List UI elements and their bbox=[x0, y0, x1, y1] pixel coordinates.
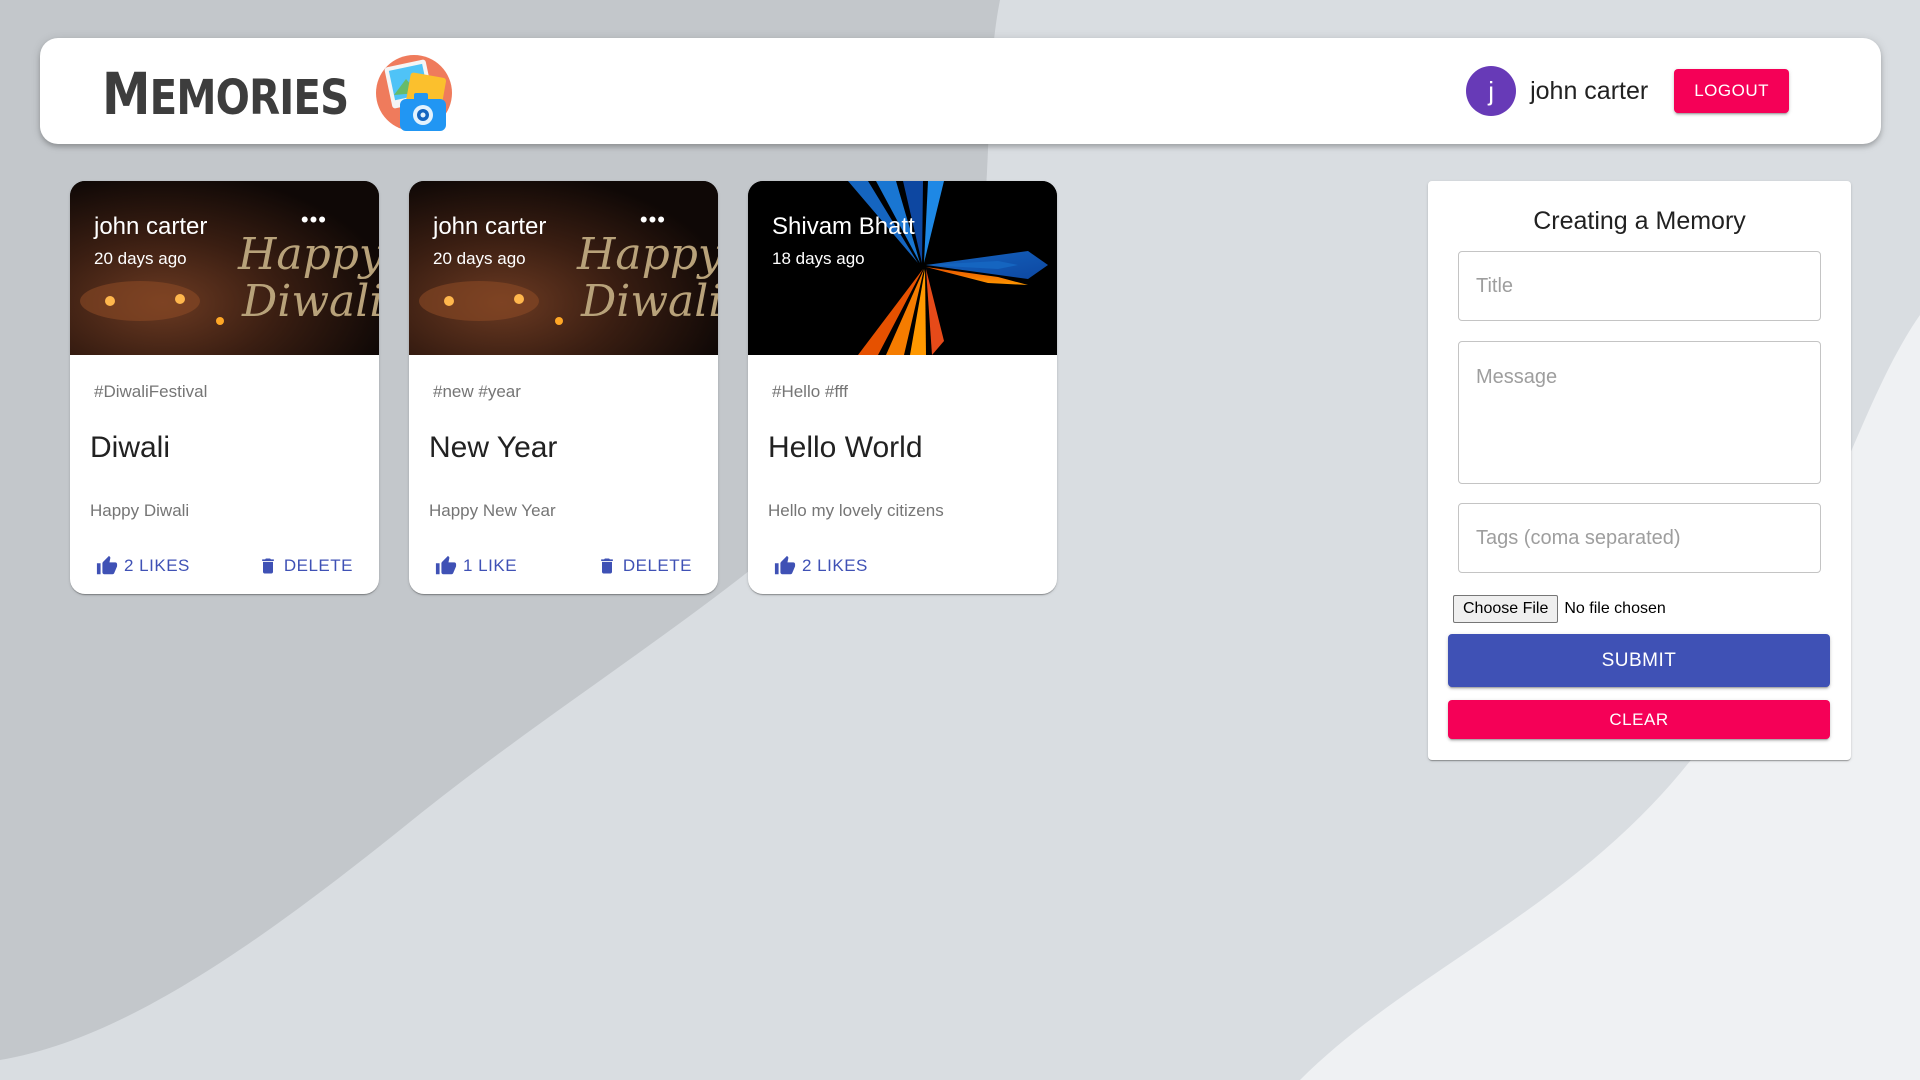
card-actions: 1 LIKE DELETE bbox=[435, 555, 692, 577]
post-message: Happy New Year bbox=[429, 501, 556, 520]
clear-button[interactable]: CLEAR bbox=[1448, 700, 1830, 739]
memories-logo-icon bbox=[376, 55, 452, 131]
post-card: Shivam Bhatt 18 days ago #Hello #fff Hel… bbox=[748, 181, 1057, 594]
post-title: New Year bbox=[429, 431, 558, 464]
title-input[interactable]: Title bbox=[1458, 251, 1821, 321]
post-tags: #Hello #fff bbox=[772, 382, 848, 401]
post-tags: #DiwaliFestival bbox=[94, 382, 208, 401]
post-message: Hello my lovely citizens bbox=[768, 501, 944, 520]
like-button[interactable]: 1 LIKE bbox=[435, 555, 517, 577]
like-button[interactable]: 2 LIKES bbox=[96, 555, 190, 577]
post-time: 20 days ago bbox=[94, 249, 187, 268]
delete-label: DELETE bbox=[283, 556, 353, 575]
card-actions: 2 LIKES bbox=[774, 555, 1031, 577]
post-time: 18 days ago bbox=[772, 249, 865, 268]
delete-icon bbox=[601, 558, 613, 574]
post-card: Happy Diwali john carter 20 days ago •••… bbox=[70, 181, 379, 594]
message-input[interactable]: Message bbox=[1458, 341, 1821, 484]
svg-text:Diwali: Diwali bbox=[580, 276, 718, 327]
more-horiz-icon[interactable]: ••• bbox=[301, 207, 327, 233]
thumb-up-icon bbox=[435, 555, 457, 575]
post-card: Happy Diwali john carter 20 days ago •••… bbox=[409, 181, 718, 594]
form-heading: Creating a Memory bbox=[1533, 207, 1746, 235]
like-count: 1 LIKE bbox=[463, 556, 518, 575]
no-file-text: No file chosen bbox=[1564, 600, 1666, 617]
delete-icon bbox=[262, 558, 274, 574]
post-title: Hello World bbox=[768, 431, 923, 464]
svg-text:Happy: Happy bbox=[237, 229, 379, 280]
thumb-up-icon bbox=[96, 555, 118, 575]
logout-button[interactable]: LOGOUT bbox=[1674, 69, 1789, 113]
post-image: Happy Diwali john carter 20 days ago ••• bbox=[70, 181, 379, 355]
post-tags: #new #year bbox=[433, 382, 521, 401]
submit-button[interactable]: SUBMIT bbox=[1448, 634, 1830, 687]
brand-title: MEMORIES bbox=[102, 60, 349, 128]
delete-button[interactable]: DELETE bbox=[597, 555, 692, 577]
like-button[interactable]: 2 LIKES bbox=[774, 555, 868, 577]
post-overlay: john carter 20 days ago bbox=[94, 213, 207, 269]
post-overlay: Shivam Bhatt 18 days ago bbox=[772, 213, 915, 269]
post-image: Happy Diwali john carter 20 days ago ••• bbox=[409, 181, 718, 355]
posts-grid: Happy Diwali john carter 20 days ago •••… bbox=[70, 181, 1057, 594]
user-profile: j john carter LOGOUT bbox=[1466, 66, 1789, 116]
post-creator: Shivam Bhatt bbox=[772, 213, 915, 240]
like-count: 2 LIKES bbox=[124, 556, 190, 575]
card-actions: 2 LIKES DELETE bbox=[96, 555, 353, 577]
svg-text:Happy: Happy bbox=[576, 229, 718, 280]
like-count: 2 LIKES bbox=[802, 556, 868, 575]
post-time: 20 days ago bbox=[433, 249, 526, 268]
post-overlay: john carter 20 days ago bbox=[433, 213, 546, 269]
post-message: Happy Diwali bbox=[90, 501, 190, 520]
delete-button[interactable]: DELETE bbox=[258, 555, 353, 577]
post-title: Diwali bbox=[90, 431, 171, 464]
post-creator: john carter bbox=[94, 213, 208, 240]
post-creator: john carter bbox=[433, 213, 547, 240]
choose-file-button[interactable]: Choose File bbox=[1453, 595, 1559, 623]
delete-label: DELETE bbox=[622, 556, 692, 575]
post-image: Shivam Bhatt 18 days ago bbox=[748, 181, 1057, 355]
svg-text:Diwali: Diwali bbox=[241, 276, 379, 327]
avatar[interactable]: j bbox=[1466, 66, 1517, 116]
thumb-up-icon bbox=[774, 555, 796, 575]
user-name: john carter bbox=[1530, 76, 1649, 105]
memory-form: Creating a Memory Title Message Tags (co… bbox=[1428, 181, 1851, 760]
app-bar: MEMORIES j john carter LOGOUT bbox=[40, 38, 1881, 144]
more-horiz-icon[interactable]: ••• bbox=[640, 207, 666, 233]
file-input: Choose File No file chosen bbox=[1453, 595, 1666, 623]
tags-input[interactable]: Tags (coma separated) bbox=[1458, 503, 1821, 573]
